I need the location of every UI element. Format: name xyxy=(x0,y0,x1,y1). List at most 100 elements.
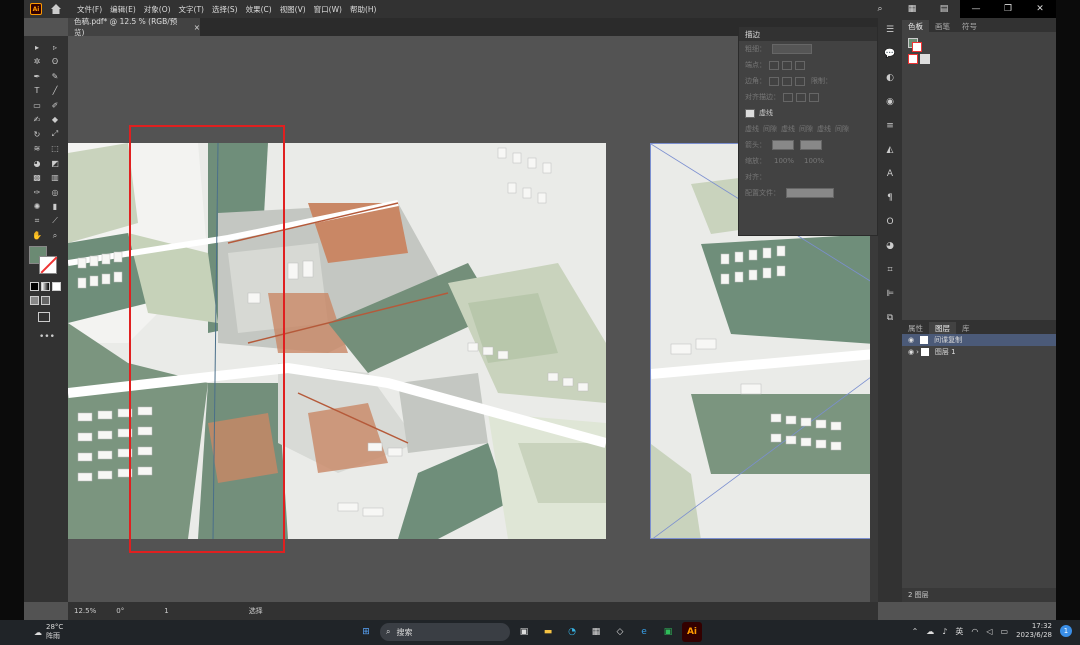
stroke-icon[interactable]: ≡ xyxy=(878,114,902,138)
menu-help[interactable]: 帮助(H) xyxy=(347,4,380,15)
clock[interactable]: 17:32 2023/6/28 xyxy=(1016,622,1052,640)
menu-effect[interactable]: 效果(C) xyxy=(243,4,275,15)
menu-select[interactable]: 选择(S) xyxy=(209,4,241,15)
menu-type[interactable]: 文字(T) xyxy=(176,4,207,15)
tray-chevron-icon[interactable]: ⌃ xyxy=(912,627,919,636)
edge-icon[interactable]: ◔ xyxy=(562,622,582,642)
stroke-swatch[interactable] xyxy=(39,256,57,274)
wifi-icon[interactable]: ◠ xyxy=(971,627,978,636)
shaper-tool-icon[interactable]: ✍ xyxy=(28,113,46,128)
swatch-none[interactable] xyxy=(908,54,918,64)
slice-tool-icon[interactable]: ⟋ xyxy=(46,214,64,229)
menu-window[interactable]: 窗口(W) xyxy=(311,4,345,15)
eraser-icon[interactable]: ◆ xyxy=(46,113,64,128)
menu-file[interactable]: 文件(F) xyxy=(74,4,105,15)
document-tab[interactable]: 色稿.pdf* @ 12.5 % (RGB/预览) × xyxy=(68,17,200,37)
layer-row[interactable]: ◉ 间谍复制 xyxy=(902,334,1056,346)
scale-end-value[interactable]: 100% xyxy=(804,157,824,165)
volume-mute-icon[interactable]: ♪ xyxy=(942,627,947,636)
eye-icon[interactable]: ◉ xyxy=(908,336,914,344)
none-mode-icon[interactable] xyxy=(52,282,61,291)
arrange-icon[interactable]: ▦ xyxy=(896,0,928,18)
app-icon[interactable]: ◇ xyxy=(610,622,630,642)
arrow-end-select[interactable] xyxy=(800,140,822,150)
store-icon[interactable]: ▦ xyxy=(586,622,606,642)
line-tool-icon[interactable]: ╱ xyxy=(46,84,64,99)
cap-round-button[interactable] xyxy=(782,60,792,70)
lasso-icon[interactable]: ʘ xyxy=(46,55,64,70)
cloud-icon[interactable]: ☁ xyxy=(926,627,934,636)
tab-properties[interactable]: 属性 xyxy=(902,322,929,334)
swatch-registration[interactable] xyxy=(920,54,930,64)
menu-view[interactable]: 视图(V) xyxy=(277,4,309,15)
character-icon[interactable]: A xyxy=(878,162,902,186)
stroke-panel-header[interactable]: 描边 xyxy=(739,27,877,41)
hand-tool-icon[interactable]: ✋ xyxy=(28,229,46,244)
notification-badge[interactable]: 1 xyxy=(1060,625,1072,637)
file-explorer-icon[interactable]: ▬ xyxy=(538,622,558,642)
zoom-field[interactable]: 12.5% xyxy=(74,607,96,615)
mesh-tool-icon[interactable]: ▩ xyxy=(28,171,46,186)
browser-icon[interactable]: e xyxy=(634,622,654,642)
zoom-tool-icon[interactable]: ⌕ xyxy=(46,229,64,244)
align-center-button[interactable] xyxy=(783,92,793,102)
color-guide-icon[interactable]: ◕ xyxy=(878,234,902,258)
perspective-grid-icon[interactable]: ◩ xyxy=(46,156,64,171)
tab-layers[interactable]: 图层 xyxy=(929,322,956,334)
type-tool-icon[interactable]: T xyxy=(28,84,46,99)
artboard-tool-icon[interactable]: ⌗ xyxy=(28,214,46,229)
transform-icon[interactable]: ⌗ xyxy=(878,258,902,282)
start-icon[interactable]: ⊞ xyxy=(356,622,376,642)
gradient-tool-icon[interactable]: ▥ xyxy=(46,171,64,186)
minimize-button[interactable]: — xyxy=(960,0,992,18)
align-inside-button[interactable] xyxy=(796,92,806,102)
tab-brushes[interactable]: 画笔 xyxy=(929,20,956,32)
pathfinder-icon[interactable]: ⧉ xyxy=(878,306,902,330)
arrow-start-select[interactable] xyxy=(772,140,794,150)
more-tools-icon[interactable]: ••• xyxy=(39,332,55,342)
comments-icon[interactable]: 💬 xyxy=(878,42,902,66)
graph-tool-icon[interactable]: ▮ xyxy=(46,200,64,215)
menu-object[interactable]: 对象(O) xyxy=(141,4,174,15)
profile-select[interactable] xyxy=(786,188,834,198)
transparency-icon[interactable]: ◭ xyxy=(878,138,902,162)
tab-libraries[interactable]: 库 xyxy=(956,322,976,334)
magic-wand-icon[interactable]: ✲ xyxy=(28,55,46,70)
screen-mode-icon[interactable] xyxy=(38,312,50,322)
properties-icon[interactable]: ☰ xyxy=(878,18,902,42)
corner-bevel-button[interactable] xyxy=(795,76,805,86)
illustrator-taskbar-icon[interactable]: Ai xyxy=(682,622,702,642)
warp-tool-icon[interactable]: ≋ xyxy=(28,142,46,157)
corner-miter-button[interactable] xyxy=(769,76,779,86)
corner-round-button[interactable] xyxy=(782,76,792,86)
selection-tool-icon[interactable]: ▸ xyxy=(28,40,46,55)
direct-selection-tool-icon[interactable]: ▹ xyxy=(46,40,64,55)
cap-square-button[interactable] xyxy=(795,60,805,70)
eyedropper-icon[interactable]: ✑ xyxy=(28,185,46,200)
draw-behind-icon[interactable] xyxy=(41,296,50,305)
eye-icon[interactable]: ◉ xyxy=(908,348,914,356)
curvature-tool-icon[interactable]: ✎ xyxy=(46,69,64,84)
tab-symbols[interactable]: 符号 xyxy=(956,20,983,32)
gradient-mode-icon[interactable] xyxy=(41,282,50,291)
dashed-checkbox[interactable] xyxy=(745,108,755,118)
free-transform-icon[interactable]: ⬚ xyxy=(46,142,64,157)
menu-edit[interactable]: 编辑(E) xyxy=(107,4,139,15)
expand-arrow-icon[interactable]: › xyxy=(916,348,919,356)
graphic-styles-icon[interactable]: ◉ xyxy=(878,90,902,114)
rotate-tool-icon[interactable]: ↻ xyxy=(28,127,46,142)
shape-builder-icon[interactable]: ◕ xyxy=(28,156,46,171)
blend-tool-icon[interactable]: ◎ xyxy=(46,185,64,200)
draw-normal-icon[interactable] xyxy=(30,296,39,305)
wechat-icon[interactable]: ▣ xyxy=(658,622,678,642)
task-view-icon[interactable]: ▣ xyxy=(514,622,534,642)
cap-butt-button[interactable] xyxy=(769,60,779,70)
swatch-stroke[interactable] xyxy=(912,42,922,52)
speaker-icon[interactable]: ◁ xyxy=(986,627,992,636)
close-tab-icon[interactable]: × xyxy=(194,23,200,32)
input-language[interactable]: 英 xyxy=(955,626,963,637)
scale-start-value[interactable]: 100% xyxy=(774,157,794,165)
weight-input[interactable] xyxy=(772,44,812,54)
paintbrush-icon[interactable]: ✐ xyxy=(46,98,64,113)
taskbar-search[interactable]: ⌕ 搜索 xyxy=(380,623,510,641)
